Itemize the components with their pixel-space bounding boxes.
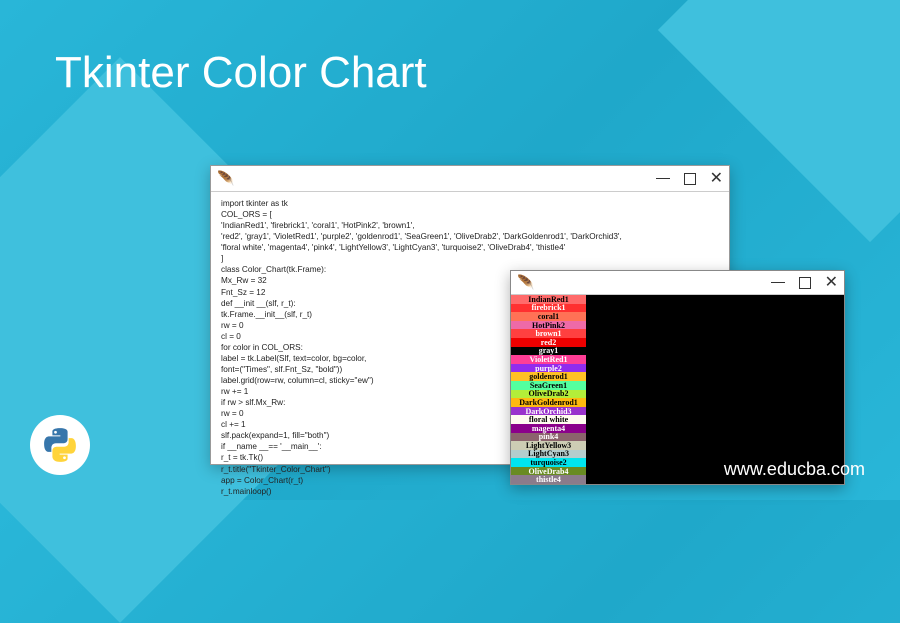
color-swatch: OliveDrab4 [511,467,586,476]
minimize-button[interactable] [656,178,670,179]
color-swatch: SeaGreen1 [511,381,586,390]
color-chart-window: 🪶 ✕ IndianRed1firebrick1coral1HotPink2br… [510,270,845,485]
color-swatch: IndianRed1 [511,295,586,304]
page-title: Tkinter Color Chart [55,48,427,98]
tk-feather-icon: 🪶 [217,170,234,187]
color-swatch: OliveDrab2 [511,390,586,399]
maximize-button[interactable] [799,277,811,289]
python-logo [30,415,90,475]
color-swatch: firebrick1 [511,304,586,313]
color-swatch: gray1 [511,347,586,356]
python-logo-icon [41,426,79,464]
color-swatch: LightYellow3 [511,441,586,450]
color-swatch: DarkOrchid3 [511,407,586,416]
color-swatch: thistle4 [511,475,586,484]
color-swatch: red2 [511,338,586,347]
chart-window-titlebar[interactable]: 🪶 ✕ [511,271,844,295]
tk-feather-icon: 🪶 [517,274,534,291]
color-swatch: coral1 [511,312,586,321]
color-swatch: HotPink2 [511,321,586,330]
color-swatch: purple2 [511,364,586,373]
minimize-button[interactable] [771,282,785,283]
color-swatch: floral white [511,415,586,424]
color-swatch: LightCyan3 [511,450,586,459]
color-swatch-column: IndianRed1firebrick1coral1HotPink2brown1… [511,295,586,484]
color-swatch: magenta4 [511,424,586,433]
chart-body: IndianRed1firebrick1coral1HotPink2brown1… [511,295,844,484]
color-swatch: goldenrod1 [511,372,586,381]
color-swatch: pink4 [511,433,586,442]
site-url: www.educba.com [724,459,865,480]
color-swatch: turquoise2 [511,458,586,467]
maximize-button[interactable] [684,173,696,185]
close-button[interactable]: ✕ [710,171,723,187]
close-button[interactable]: ✕ [825,275,838,291]
color-swatch: brown1 [511,329,586,338]
color-swatch: DarkGoldenrod1 [511,398,586,407]
code-window-titlebar[interactable]: 🪶 ✕ [211,166,729,192]
color-swatch: VioletRed1 [511,355,586,364]
black-panel [586,295,844,484]
